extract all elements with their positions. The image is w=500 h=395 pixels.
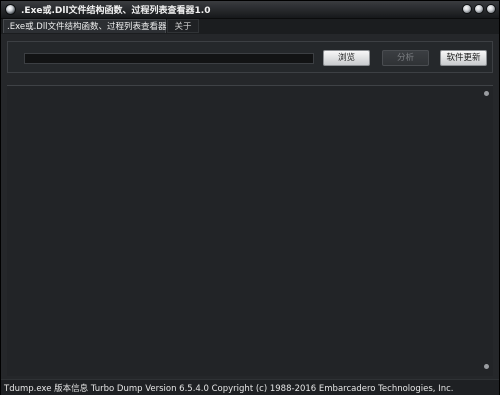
- minimize-icon[interactable]: [462, 4, 472, 14]
- software-update-button[interactable]: 软件更新: [440, 50, 487, 66]
- file-path-input[interactable]: [24, 53, 314, 64]
- toolbar-panel: 浏览 分析 软件更新: [7, 41, 493, 73]
- main-window: .Exe或.Dll文件结构函数、过程列表查看器1.0 .Exe或.Dll文件结构…: [0, 0, 500, 395]
- scroll-down-indicator[interactable]: [484, 364, 489, 369]
- status-bar: Tdump.exe 版本信息 Turbo Dump Version 6.5.4.…: [1, 379, 499, 395]
- scroll-up-indicator[interactable]: [484, 91, 489, 96]
- function-list-area[interactable]: [7, 85, 493, 376]
- tab-bar: .Exe或.Dll文件结构函数、过程列表查看器 关于: [1, 19, 499, 34]
- maximize-icon[interactable]: [474, 4, 484, 14]
- tab-about[interactable]: 关于: [167, 19, 199, 33]
- app-logo-icon: [5, 4, 16, 15]
- tab-viewer[interactable]: .Exe或.Dll文件结构函数、过程列表查看器: [3, 19, 167, 33]
- title-bar[interactable]: .Exe或.Dll文件结构函数、过程列表查看器1.0: [1, 1, 499, 19]
- status-text: Tdump.exe 版本信息 Turbo Dump Version 6.5.4.…: [4, 384, 454, 394]
- close-icon[interactable]: [486, 4, 496, 14]
- window-title: .Exe或.Dll文件结构函数、过程列表查看器1.0: [21, 6, 211, 16]
- browse-button[interactable]: 浏览: [323, 50, 370, 66]
- analyze-button[interactable]: 分析: [382, 50, 429, 66]
